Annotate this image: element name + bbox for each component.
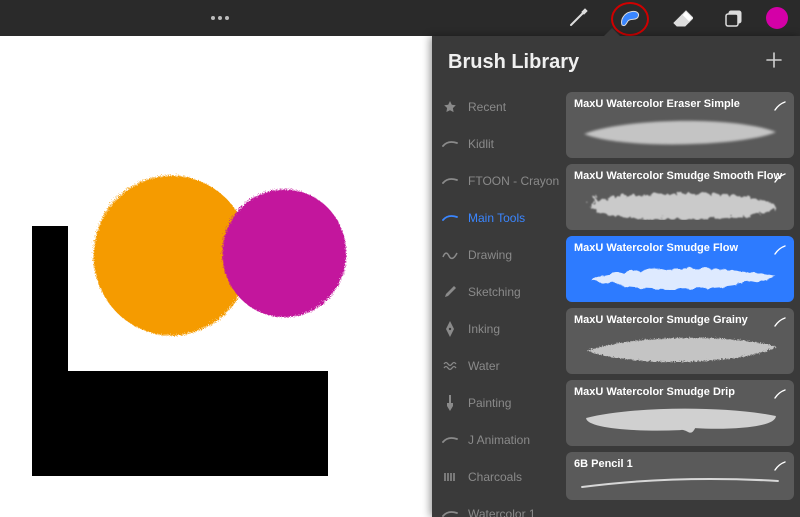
brush-stroke-icon <box>774 242 786 260</box>
brush-name: MaxU Watercolor Smudge Drip <box>574 386 786 398</box>
category-label: Kidlit <box>468 137 494 151</box>
brush-item[interactable]: MaxU Watercolor Smudge Flow <box>566 236 794 302</box>
brush-name: 6B Pencil 1 <box>574 458 786 470</box>
brush-category-item[interactable]: Recent <box>432 88 566 125</box>
brush-preview <box>574 254 786 298</box>
brush-category-item[interactable]: Drawing <box>432 236 566 273</box>
category-label: Inking <box>468 322 500 336</box>
brush-category-item[interactable]: Kidlit <box>432 125 566 162</box>
canvas-shape <box>32 371 328 476</box>
category-label: J Animation <box>468 433 530 447</box>
brush-preview <box>574 110 786 154</box>
water-icon <box>442 358 458 374</box>
brush-stroke-icon <box>774 98 786 116</box>
category-label: Sketching <box>468 285 521 299</box>
category-label: Main Tools <box>468 211 525 225</box>
brush-preview <box>574 182 786 226</box>
brush-name: MaxU Watercolor Smudge Smooth Flow <box>574 170 786 182</box>
brush-preview <box>574 470 786 496</box>
category-label: Painting <box>468 396 511 410</box>
charcoal-icon <box>442 469 458 485</box>
nib-icon <box>442 321 458 337</box>
brush-preview <box>574 326 786 370</box>
brush-name: MaxU Watercolor Smudge Grainy <box>574 314 786 326</box>
brush-stroke-icon <box>774 170 786 188</box>
color-swatch[interactable] <box>766 7 788 29</box>
brush-item[interactable]: MaxU Watercolor Smudge Grainy <box>566 308 794 374</box>
stroke-icon <box>442 210 458 226</box>
brush-category-item[interactable]: Sketching <box>432 273 566 310</box>
brush-category-item[interactable]: Main Tools <box>432 199 566 236</box>
brush-item[interactable]: MaxU Watercolor Smudge Smooth Flow <box>566 164 794 230</box>
layers-tool[interactable] <box>708 0 760 36</box>
brush-stroke-icon <box>774 458 786 476</box>
add-brush-icon[interactable] <box>764 50 784 75</box>
brush-library-panel: Brush Library Recent Kidlit FTOON - Crayon… <box>432 36 800 517</box>
stroke-icon <box>442 173 458 189</box>
brush-item[interactable]: MaxU Watercolor Eraser Simple <box>566 92 794 158</box>
category-label: Charcoals <box>468 470 522 484</box>
brush-stroke-icon <box>774 386 786 404</box>
top-toolbar <box>0 0 800 36</box>
brush-name: MaxU Watercolor Eraser Simple <box>574 98 786 110</box>
brush-item[interactable]: MaxU Watercolor Smudge Drip <box>566 380 794 446</box>
brush-category-item[interactable]: Charcoals <box>432 458 566 495</box>
panel-title: Brush Library <box>448 51 579 74</box>
stroke-icon <box>442 136 458 152</box>
brush-item[interactable]: 6B Pencil 1 <box>566 452 794 500</box>
brush-category-item[interactable]: Water <box>432 347 566 384</box>
canvas-shape <box>216 183 351 321</box>
eraser-tool[interactable] <box>656 0 708 36</box>
brush-category-item[interactable]: Inking <box>432 310 566 347</box>
star-icon <box>442 99 458 115</box>
category-label: FTOON - Crayon <box>468 174 559 188</box>
brush-list: MaxU Watercolor Eraser Simple MaxU Water… <box>566 88 800 517</box>
brush-category-item[interactable]: FTOON - Crayon <box>432 162 566 199</box>
squiggle-icon <box>442 247 458 263</box>
brush-category-item[interactable]: Watercolor 1 <box>432 495 566 517</box>
paintbrush-icon <box>442 395 458 411</box>
category-label: Recent <box>468 100 506 114</box>
brush-preview <box>574 398 786 442</box>
category-label: Drawing <box>468 248 512 262</box>
category-label: Water <box>468 359 500 373</box>
category-label: Watercolor 1 <box>468 507 536 517</box>
brush-category-list: Recent Kidlit FTOON - Crayon Main Tools Draw… <box>432 88 566 517</box>
brush-name: MaxU Watercolor Smudge Flow <box>574 242 786 254</box>
stroke-icon <box>442 506 458 517</box>
pencil-icon <box>442 284 458 300</box>
brush-stroke-icon <box>774 314 786 332</box>
more-icon[interactable] <box>0 0 230 36</box>
brush-category-item[interactable]: Painting <box>432 384 566 421</box>
brush-tool[interactable] <box>552 0 604 36</box>
brush-category-item[interactable]: J Animation <box>432 421 566 458</box>
stroke-icon <box>442 432 458 448</box>
